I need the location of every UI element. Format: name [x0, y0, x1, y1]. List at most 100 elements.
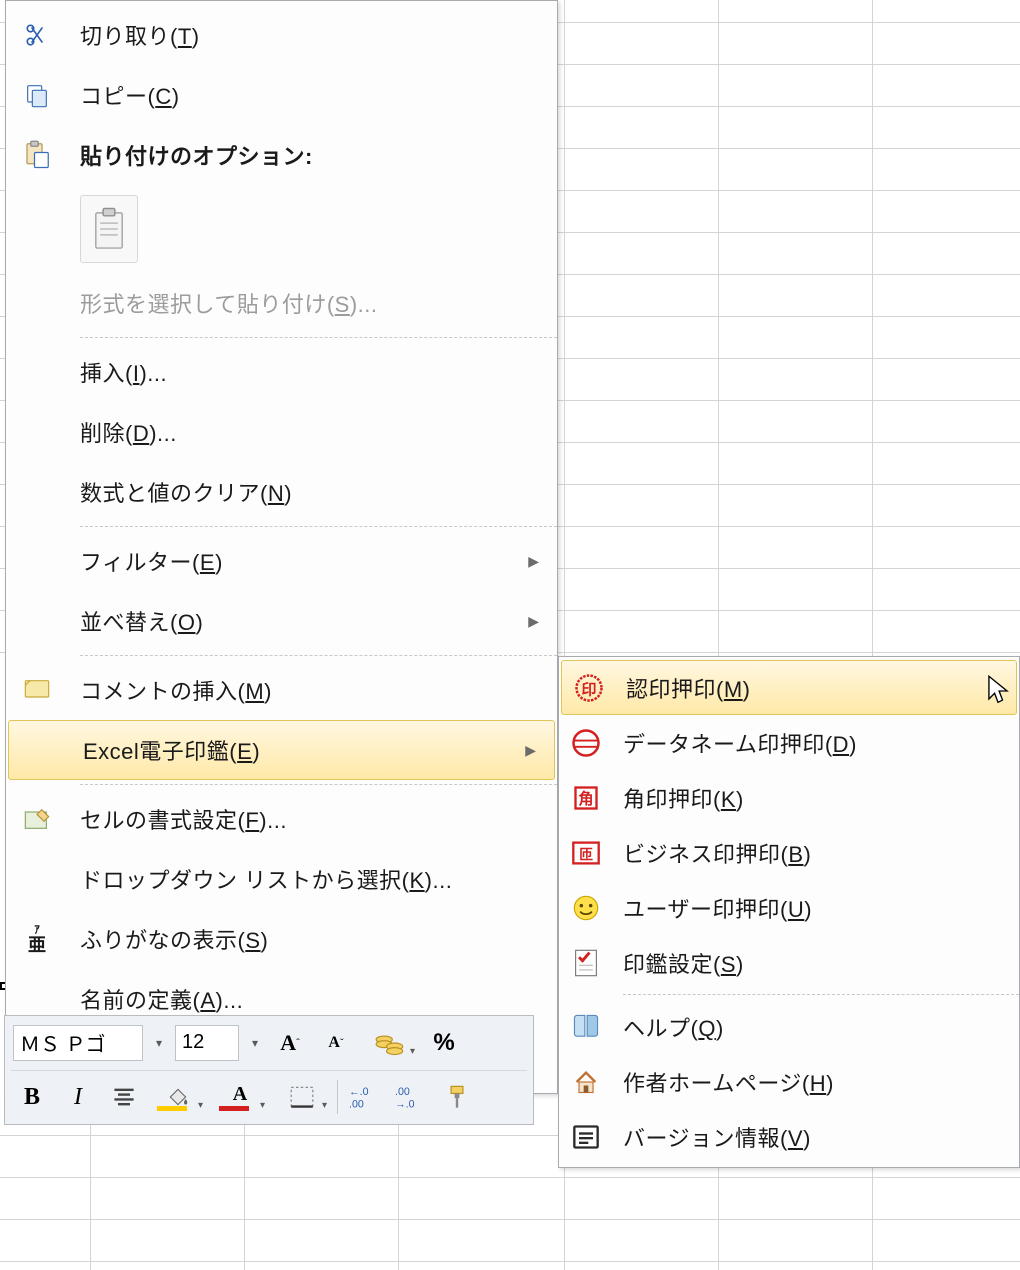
dropdown-arrow-icon[interactable]: ▾ [151, 1036, 167, 1050]
menu-define-name-label: 名前の定義(A)... [80, 983, 539, 1015]
submenu-square-stamp[interactable]: 角 角印押印(K) [559, 770, 1019, 825]
fill-color-button[interactable]: ▾ [151, 1079, 205, 1115]
square-stamp-icon: 角 [559, 770, 613, 825]
brush-icon [444, 1084, 470, 1110]
smiley-icon [559, 880, 613, 935]
decrease-decimal-icon: .00→.0 [395, 1084, 427, 1110]
context-menu: 切り取り(T) コピー(C) 貼り付けのオプション: 形式を選択して貼り付け(S… [5, 0, 558, 1094]
menu-sort[interactable]: 並べ替え(O) ▶ [6, 591, 557, 651]
submenu-separator [623, 994, 1019, 995]
svg-text:匝: 匝 [579, 845, 593, 861]
submenu-help[interactable]: ヘルプ(Q) [559, 999, 1019, 1054]
menu-insert[interactable]: 挿入(I)... [6, 342, 557, 402]
svg-text:←.0: ←.0 [349, 1086, 369, 1098]
submenu-author-homepage[interactable]: 作者ホームページ(H) [559, 1054, 1019, 1109]
menu-delete[interactable]: 削除(D)... [6, 402, 557, 462]
clipboard-icon [91, 207, 127, 251]
menu-filter-label: フィルター(E) [80, 545, 516, 577]
submenu-arrow-icon: ▶ [516, 613, 539, 630]
submenu-version-info[interactable]: バージョン情報(V) [559, 1109, 1019, 1164]
percent-label: % [433, 1029, 454, 1057]
borders-button[interactable]: ▾ [275, 1079, 329, 1115]
format-painter-button[interactable] [438, 1079, 476, 1115]
submenu-dataname-stamp[interactable]: データネーム印押印(D) [559, 715, 1019, 770]
menu-format-cells[interactable]: セルの書式設定(F)... [6, 789, 557, 849]
menu-clear[interactable]: 数式と値のクリア(N) [6, 462, 557, 522]
increase-decimal-icon: ←.0.00 [349, 1084, 381, 1110]
menu-excel-stamp-label: Excel電子印鑑(E) [83, 734, 513, 766]
menu-insert-comment[interactable]: コメントの挿入(M) [6, 660, 557, 720]
menu-paste-special-label: 形式を選択して貼り付け(S)... [80, 287, 539, 319]
menu-separator [80, 784, 557, 785]
menu-paste-options-label: 貼り付けのオプション: [80, 139, 539, 171]
submenu-approval-stamp[interactable]: 印 認印押印(M) [561, 660, 1017, 715]
svg-text:角: 角 [578, 789, 593, 807]
svg-text:.00: .00 [349, 1099, 364, 1110]
coins-icon [375, 1030, 405, 1056]
submenu-user-stamp[interactable]: ユーザー印押印(U) [559, 880, 1019, 935]
toolbar-divider [337, 1080, 338, 1114]
format-cells-icon [6, 789, 68, 849]
increase-font-button[interactable]: Aˆ [271, 1025, 309, 1061]
svg-text:→.0: →.0 [395, 1099, 415, 1110]
menu-separator [80, 337, 557, 338]
center-align-button[interactable] [105, 1079, 143, 1115]
oval-stamp-icon [559, 715, 613, 770]
menu-show-furigana[interactable]: ｱ亜 ふりがなの表示(S) [6, 909, 557, 969]
submenu-square-stamp-label: 角印押印(K) [623, 782, 1001, 814]
paste-icon [6, 125, 68, 185]
bucket-icon [166, 1086, 190, 1108]
percent-format-button[interactable]: % [425, 1025, 463, 1061]
decrease-decimal-button[interactable]: .00→.0 [392, 1079, 430, 1115]
menu-dropdown-list-label: ドロップダウン リストから選択(K)... [80, 863, 539, 895]
increase-decimal-button[interactable]: ←.0.00 [346, 1079, 384, 1115]
svg-text:印: 印 [581, 680, 596, 698]
bold-label: B [24, 1084, 40, 1111]
font-size-combo[interactable]: 12 [175, 1025, 239, 1061]
paste-default-button[interactable] [80, 195, 138, 263]
bold-button[interactable]: B [13, 1079, 51, 1115]
font-name-value: ＭＳ Ｐゴ [20, 1028, 106, 1057]
submenu-arrow-icon: ▶ [513, 742, 536, 759]
submenu-business-stamp[interactable]: 匝 ビジネス印押印(B) [559, 825, 1019, 880]
menu-sort-label: 並べ替え(O) [80, 605, 516, 637]
submenu-stamp-settings[interactable]: 印鑑設定(S) [559, 935, 1019, 990]
submenu-arrow-icon: ▶ [516, 553, 539, 570]
help-book-icon [559, 999, 613, 1054]
version-info-icon [559, 1109, 613, 1164]
comment-icon [6, 660, 68, 720]
circle-stamp-icon: 印 [562, 661, 616, 714]
submenu-stamp-settings-label: 印鑑設定(S) [623, 947, 1001, 979]
scissors-icon [6, 5, 68, 65]
submenu-business-stamp-label: ビジネス印押印(B) [623, 837, 1001, 869]
copy-icon [6, 65, 68, 125]
svg-text:.00: .00 [395, 1086, 410, 1098]
font-name-combo[interactable]: ＭＳ Ｐゴ [13, 1025, 143, 1061]
menu-cut[interactable]: 切り取り(T) [6, 5, 557, 65]
decrease-font-button[interactable]: Aˇ [317, 1025, 355, 1061]
menu-filter[interactable]: フィルター(E) ▶ [6, 531, 557, 591]
menu-copy[interactable]: コピー(C) [6, 65, 557, 125]
submenu-dataname-stamp-label: データネーム印押印(D) [623, 727, 1001, 759]
home-icon [559, 1054, 613, 1109]
menu-separator [80, 655, 557, 656]
submenu-user-stamp-label: ユーザー印押印(U) [623, 892, 1001, 924]
sheet-check-icon [559, 935, 613, 990]
font-size-value: 12 [182, 1031, 204, 1054]
paste-option-row [6, 185, 557, 273]
align-center-icon [112, 1087, 136, 1107]
menu-clear-label: 数式と値のクリア(N) [80, 476, 539, 508]
mini-toolbar: ＭＳ Ｐゴ ▾ 12 ▾ Aˆ Aˇ ▾ % B I [4, 1015, 534, 1125]
menu-insert-comment-label: コメントの挿入(M) [80, 674, 539, 706]
menu-paste-options: 貼り付けのオプション: [6, 125, 557, 185]
menu-delete-label: 削除(D)... [80, 416, 539, 448]
menu-dropdown-list[interactable]: ドロップダウン リストから選択(K)... [6, 849, 557, 909]
italic-button[interactable]: I [59, 1079, 97, 1115]
menu-cut-label: 切り取り(T) [80, 19, 539, 51]
font-color-button[interactable]: A ▾ [213, 1079, 267, 1115]
menu-separator [80, 526, 557, 527]
dropdown-arrow-icon[interactable]: ▾ [247, 1036, 263, 1050]
submenu-help-label: ヘルプ(Q) [623, 1011, 1001, 1043]
accounting-format-button[interactable]: ▾ [363, 1025, 417, 1061]
menu-excel-stamp[interactable]: Excel電子印鑑(E) ▶ [8, 720, 555, 780]
